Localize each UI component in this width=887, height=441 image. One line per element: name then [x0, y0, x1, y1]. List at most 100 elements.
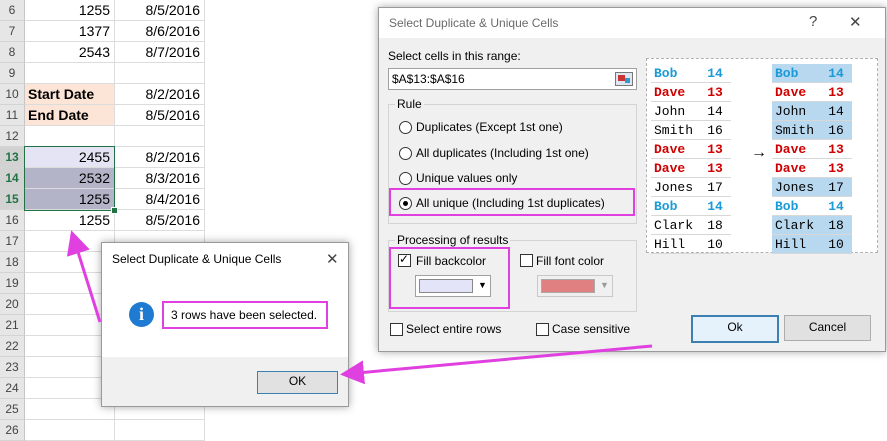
row-header[interactable]: 23	[0, 357, 25, 378]
message-dialog: Select Duplicate & Unique Cells ✕ i 3 ro…	[101, 242, 349, 407]
ok-button[interactable]: Ok	[691, 315, 779, 343]
preview-row: Smith 16	[651, 120, 731, 140]
preview-value: 18	[699, 215, 731, 235]
radio-all-duplicates[interactable]	[399, 147, 412, 160]
rule-option-3: Unique values only	[416, 171, 518, 185]
fontcolor-swatch	[541, 279, 595, 293]
preview-value: 14	[820, 101, 852, 121]
fill-font-color-checkbox[interactable]	[520, 254, 533, 267]
cell-b[interactable]: 8/3/2016	[115, 168, 205, 189]
cell-a[interactable]	[25, 63, 115, 84]
processing-label: Processing of results	[395, 233, 511, 247]
cell-a[interactable]: Start Date	[25, 84, 115, 105]
cell-b[interactable]: 8/5/2016	[115, 0, 205, 21]
selection-border	[24, 146, 115, 211]
preview-name: Dave	[772, 82, 820, 102]
preview-value: 17	[699, 177, 731, 197]
preview-name: Bob	[772, 196, 820, 216]
cell-a[interactable]: 2543	[25, 42, 115, 63]
close-icon[interactable]: ✕	[326, 250, 339, 268]
cell-b[interactable]	[115, 420, 205, 441]
cell-a[interactable]: 1377	[25, 21, 115, 42]
preview-name: Dave	[651, 139, 699, 159]
radio-unique-only[interactable]	[399, 172, 412, 185]
preview-row: Dave 13	[772, 158, 852, 178]
cell-b[interactable]: 8/7/2016	[115, 42, 205, 63]
preview-row: Dave 13	[651, 158, 731, 178]
row-header[interactable]: 24	[0, 378, 25, 399]
preview-name: Smith	[772, 120, 820, 140]
range-value: $A$13:$A$16	[392, 72, 465, 86]
cancel-button[interactable]: Cancel	[784, 315, 871, 341]
preview-name: Dave	[772, 158, 820, 178]
row-header[interactable]: 20	[0, 294, 25, 315]
cell-a[interactable]: End Date	[25, 105, 115, 126]
preview-table-after: Bob 14 Dave 13 John 14 Smith 16 Dave 13 Dave 13 Jone…	[772, 64, 852, 254]
row-header[interactable]: 13	[0, 147, 25, 168]
info-glyph: i	[138, 304, 144, 324]
cell-b[interactable]: 8/4/2016	[115, 189, 205, 210]
cell-b[interactable]: 8/6/2016	[115, 21, 205, 42]
cell-a[interactable]	[25, 126, 115, 147]
range-select-icon[interactable]	[615, 72, 633, 86]
preview-row: Dave 13	[651, 82, 731, 102]
row-header[interactable]: 14	[0, 168, 25, 189]
row-header[interactable]: 21	[0, 315, 25, 336]
preview-value: 18	[820, 215, 852, 235]
row-header[interactable]: 9	[0, 63, 25, 84]
rule-option-1: Duplicates (Except 1st one)	[416, 120, 563, 134]
preview-name: Smith	[651, 120, 699, 140]
row-header[interactable]: 6	[0, 0, 25, 21]
fill-handle[interactable]	[111, 207, 118, 214]
preview-row: Hill 10	[651, 234, 731, 254]
cell-a[interactable]: 1255	[25, 0, 115, 21]
preview-value: 13	[820, 82, 852, 102]
preview-name: Dave	[772, 139, 820, 159]
cell-b[interactable]: 8/2/2016	[115, 84, 205, 105]
preview-row: Dave 13	[772, 82, 852, 102]
row-header[interactable]: 12	[0, 126, 25, 147]
row-header[interactable]: 19	[0, 273, 25, 294]
close-icon[interactable]: ✕	[849, 13, 862, 31]
cell-a[interactable]: 1255	[25, 210, 115, 231]
preview-row: Bob 14	[651, 196, 731, 216]
ok-button[interactable]: OK	[257, 371, 338, 394]
row-header[interactable]: 22	[0, 336, 25, 357]
preview-name: John	[651, 101, 699, 121]
preview-value: 14	[820, 196, 852, 216]
cell-b[interactable]	[115, 126, 205, 147]
preview-row: Bob 14	[772, 196, 852, 216]
case-sensitive-checkbox[interactable]	[536, 323, 549, 336]
radio-duplicates-except-first[interactable]	[399, 121, 412, 134]
message-title: Select Duplicate & Unique Cells	[112, 252, 282, 266]
row-header[interactable]: 7	[0, 21, 25, 42]
row-header[interactable]: 16	[0, 210, 25, 231]
row-header[interactable]: 17	[0, 231, 25, 252]
preview-row: Jones 17	[651, 177, 731, 197]
row-header[interactable]: 26	[0, 420, 25, 441]
row-header[interactable]: 11	[0, 105, 25, 126]
preview-name: Bob	[651, 64, 699, 83]
cell-b[interactable]: 8/5/2016	[115, 105, 205, 126]
help-button[interactable]: ?	[809, 13, 817, 30]
cell-b[interactable]: 8/5/2016	[115, 210, 205, 231]
row-header[interactable]: 15	[0, 189, 25, 210]
preview-name: Clark	[772, 215, 820, 235]
row-header[interactable]: 8	[0, 42, 25, 63]
fontcolor-dropdown[interactable]: ▼	[537, 275, 613, 297]
select-entire-rows-checkbox[interactable]	[390, 323, 403, 336]
preview-row: Bob 14	[772, 64, 852, 83]
preview-name: Hill	[772, 234, 820, 254]
range-input[interactable]: $A$13:$A$16	[388, 68, 637, 90]
dialog-titlebar: Select Duplicate & Unique Cells ? ✕	[379, 8, 885, 38]
cell-a[interactable]	[25, 420, 115, 441]
preview-name: John	[772, 101, 820, 121]
cell-b[interactable]	[115, 63, 205, 84]
row-header[interactable]: 10	[0, 84, 25, 105]
fill-font-color-label: Fill font color	[536, 254, 605, 268]
dialog-title: Select Duplicate & Unique Cells	[389, 16, 559, 30]
row-header[interactable]: 18	[0, 252, 25, 273]
row-header[interactable]: 25	[0, 399, 25, 420]
cell-b[interactable]: 8/2/2016	[115, 147, 205, 168]
preview-row: Clark 18	[772, 215, 852, 235]
